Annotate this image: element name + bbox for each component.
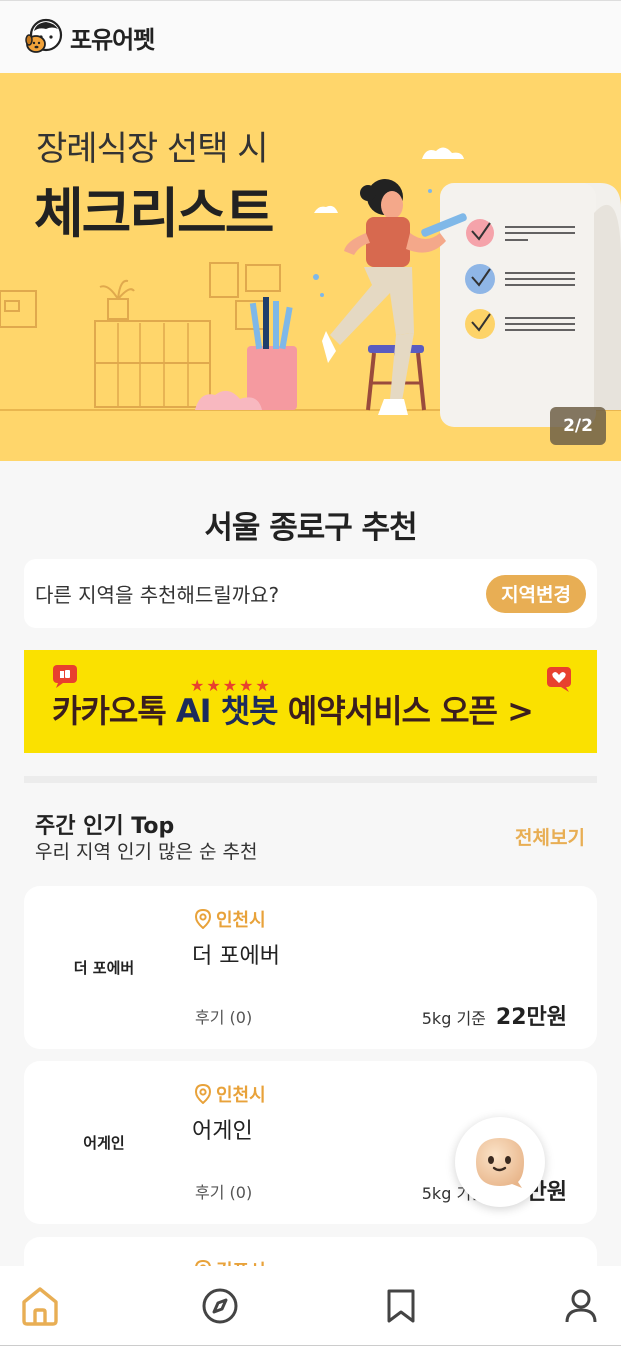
chatbot-face-icon [476, 1138, 524, 1188]
promo-banner[interactable]: 장례식장 선택 시 체크리스트 2/2 [0, 73, 621, 461]
profile-icon [565, 1289, 597, 1322]
location-pin-icon [194, 1084, 212, 1104]
kakao-banner-text-ai: AI 챗봇 [175, 692, 279, 730]
card-thumbnail: 어게인 [83, 1134, 125, 1152]
heart-chat-icon [547, 667, 571, 692]
weekly-top-title: 주간 인기 Top [35, 814, 175, 839]
bottom-tab-bar [0, 1266, 621, 1346]
app-logo-text[interactable]: 포유어펫 [70, 20, 155, 55]
card-location-label: 인천시 [216, 910, 266, 931]
app-header: 포유어펫 [0, 0, 621, 73]
tab-bookmarks[interactable] [361, 1276, 441, 1336]
banner-pager: 2/2 [550, 407, 606, 445]
kakao-banner-text-part1: 카카오톡 [52, 692, 176, 730]
card-thumbnail: 더 포에버 [73, 959, 135, 977]
location-pin-icon [194, 909, 212, 929]
region-change-button[interactable]: 지역변경 [486, 574, 586, 613]
pet-face-logo-icon[interactable] [24, 17, 64, 57]
banner-title: 체크리스트 [34, 182, 274, 245]
card-price-amount: 22만원 [495, 1005, 567, 1030]
card-name: 더 포에버 [192, 944, 280, 969]
tab-explore[interactable] [180, 1276, 260, 1336]
weekly-top-subtitle: 우리 지역 인기 많은 순 추천 [35, 841, 258, 863]
card-review-count: 후기 (0) [195, 1008, 253, 1027]
kakao-banner-text: 카카오톡 AI 챗봇 예약서비스 오픈 > [52, 686, 534, 732]
kakao-banner-text-part3: 예약서비스 오픈 > [277, 692, 534, 730]
card-location-label: 인천시 [216, 1085, 266, 1106]
kakao-chatbot-banner[interactable]: ★★★★★ 카카오톡 AI 챗봇 예약서비스 오픈 > [24, 650, 597, 753]
region-question: 다른 지역을 추천해드릴까요? [35, 583, 280, 607]
compass-icon [202, 1288, 238, 1323]
funeral-home-card[interactable]: 더 포에버 인천시 더 포에버 후기 (0) 5kg 기준 22만원 [24, 886, 597, 1049]
section-divider [24, 776, 597, 783]
heart-chat-icon [53, 665, 77, 688]
tab-home[interactable] [0, 1276, 80, 1336]
region-change-box: 다른 지역을 추천해드릴까요? 지역변경 [24, 559, 597, 628]
card-price: 5kg 기준 22만원 [422, 999, 567, 1031]
card-name: 어게인 [192, 1119, 253, 1144]
chatbot-fab-button[interactable] [455, 1117, 545, 1207]
card-review-count: 후기 (0) [195, 1183, 253, 1202]
banner-subtitle: 장례식장 선택 시 [36, 129, 269, 169]
card-location: 인천시 [194, 906, 266, 932]
home-icon [22, 1286, 58, 1326]
bookmark-icon [387, 1289, 415, 1322]
card-price-basis: 5kg 기준 [421, 1009, 486, 1028]
tab-profile[interactable] [541, 1276, 621, 1336]
region-title: 서울 종로구 추천 [204, 510, 417, 546]
app-screen: 포유어펫 장례식장 선택 시 체크리스트 2/2 서울 종로구 추천 다른 지역… [0, 0, 621, 1346]
see-all-link[interactable]: 전체보기 [515, 823, 585, 850]
card-location: 인천시 [194, 1081, 266, 1107]
